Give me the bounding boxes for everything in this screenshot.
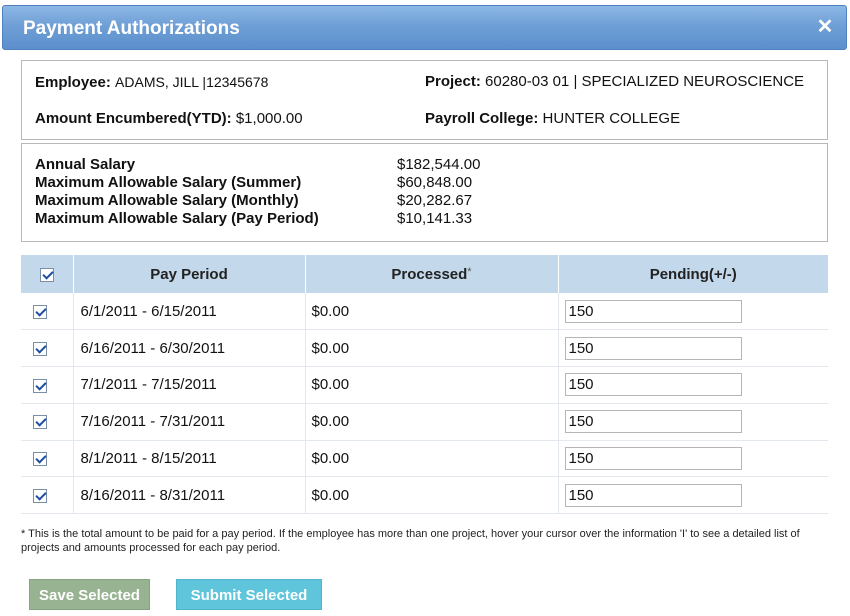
pay-period-header[interactable]: Pay Period <box>73 255 306 293</box>
row-checkbox[interactable] <box>33 488 47 503</box>
processed-cell: $0.00 <box>305 366 559 404</box>
table-row: 6/16/2011 - 6/30/2011 $0.00 <box>21 329 828 368</box>
pending-cell <box>558 403 828 441</box>
row-select-cell <box>21 366 74 404</box>
processed-cell: $0.00 <box>305 440 559 478</box>
amount-encumbered: Amount Encumbered(YTD): $1,000.00 <box>35 110 303 128</box>
pay-period-cell: 6/1/2011 - 6/15/2011 <box>73 293 306 331</box>
project-info: Project: 60280-03 01 | SPECIALIZED NEURO… <box>425 73 805 91</box>
table-header-row: Pay Period Processed* Pending(+/-) <box>21 255 828 293</box>
salary-label: Maximum Allowable Salary (Monthly) <box>35 192 299 209</box>
dialog-title-bar[interactable]: Payment Authorizations ✕ <box>2 5 847 50</box>
close-icon[interactable]: ✕ <box>816 17 834 37</box>
pending-header[interactable]: Pending(+/-) <box>558 255 828 293</box>
table-row: 6/1/2011 - 6/15/2011 $0.00 <box>21 293 828 331</box>
employee-info-panel: Employee: ADAMS, JILL |12345678 Amount E… <box>21 60 828 140</box>
pay-period-cell: 8/1/2011 - 8/15/2011 <box>73 440 306 478</box>
row-checkbox[interactable] <box>33 304 47 319</box>
employee-info: Employee: ADAMS, JILL |12345678 <box>35 73 268 92</box>
pending-input[interactable] <box>564 483 742 507</box>
project-value: 60280-03 01 | SPECIALIZED NEUROSCIENCE <box>485 73 805 90</box>
project-label: Project: <box>425 73 481 90</box>
pending-input[interactable] <box>564 373 742 397</box>
row-checkbox[interactable] <box>33 452 47 467</box>
payroll-college-value: HUNTER COLLEGE <box>542 110 681 127</box>
processed-cell: $0.00 <box>305 329 559 368</box>
submit-selected-button[interactable]: Submit Selected <box>176 579 322 610</box>
pay-period-cell: 7/16/2011 - 7/31/2011 <box>73 403 306 441</box>
pending-input[interactable] <box>564 299 742 323</box>
salary-value: $60,848.00 <box>397 174 473 191</box>
row-select-cell <box>21 329 74 368</box>
row-checkbox[interactable] <box>33 415 47 430</box>
salary-label: Annual Salary <box>35 156 136 173</box>
pending-cell <box>558 293 828 331</box>
pending-input[interactable] <box>564 410 742 434</box>
pending-cell <box>558 440 828 478</box>
employee-value: ADAMS, JILL |12345678 <box>115 74 269 90</box>
pay-period-cell: 6/16/2011 - 6/30/2011 <box>73 329 306 368</box>
salary-label: Maximum Allowable Salary (Pay Period) <box>35 210 319 227</box>
processed-cell: $0.00 <box>305 403 559 441</box>
table-row: 7/16/2011 - 7/31/2011 $0.00 <box>21 403 828 441</box>
select-all-checkbox[interactable] <box>39 267 54 282</box>
row-select-cell <box>21 440 74 478</box>
payroll-college-label: Payroll College: <box>425 110 539 127</box>
processed-cell: $0.00 <box>305 293 559 331</box>
pending-input[interactable] <box>564 447 742 471</box>
processed-footnote: * This is the total amount to be paid fo… <box>21 528 800 554</box>
processed-header[interactable]: Processed* <box>305 255 559 293</box>
pending-cell <box>558 476 828 515</box>
row-select-cell <box>21 403 74 441</box>
row-select-cell <box>21 293 74 331</box>
payroll-college-info: Payroll College: HUNTER COLLEGE <box>425 110 680 128</box>
table-row: 8/16/2011 - 8/31/2011 $0.00 <box>21 476 828 515</box>
processed-asterisk: * <box>467 265 472 278</box>
save-selected-button[interactable]: Save Selected <box>29 579 150 610</box>
dialog-title: Payment Authorizations <box>23 18 240 39</box>
salary-label: Maximum Allowable Salary (Summer) <box>35 174 302 191</box>
processed-header-label: Processed <box>391 265 468 283</box>
table-row: 7/1/2011 - 7/15/2011 $0.00 <box>21 366 828 404</box>
table-row: 8/1/2011 - 8/15/2011 $0.00 <box>21 440 828 478</box>
pay-period-cell: 8/16/2011 - 8/31/2011 <box>73 476 306 515</box>
pending-cell <box>558 366 828 404</box>
pay-period-table: Pay Period Processed* Pending(+/-) 6/1/2… <box>21 255 828 515</box>
pending-input[interactable] <box>564 336 742 360</box>
row-checkbox[interactable] <box>33 378 47 393</box>
pending-cell <box>558 329 828 368</box>
salary-info-panel: Annual Salary $182,544.00 Maximum Allowa… <box>21 143 828 242</box>
row-checkbox[interactable] <box>33 341 47 356</box>
payment-authorizations-dialog: Payment Authorizations ✕ Employee: ADAMS… <box>0 0 850 616</box>
salary-value: $182,544.00 <box>397 156 481 173</box>
amount-encumbered-label: Amount Encumbered(YTD): <box>35 110 232 127</box>
processed-cell: $0.00 <box>305 476 559 515</box>
salary-value: $10,141.33 <box>397 210 473 227</box>
pay-period-cell: 7/1/2011 - 7/15/2011 <box>73 366 306 404</box>
employee-label: Employee: <box>35 74 111 91</box>
row-select-cell <box>21 476 74 515</box>
select-all-header <box>21 255 74 293</box>
salary-value: $20,282.67 <box>397 192 473 209</box>
amount-encumbered-value: $1,000.00 <box>235 110 303 127</box>
